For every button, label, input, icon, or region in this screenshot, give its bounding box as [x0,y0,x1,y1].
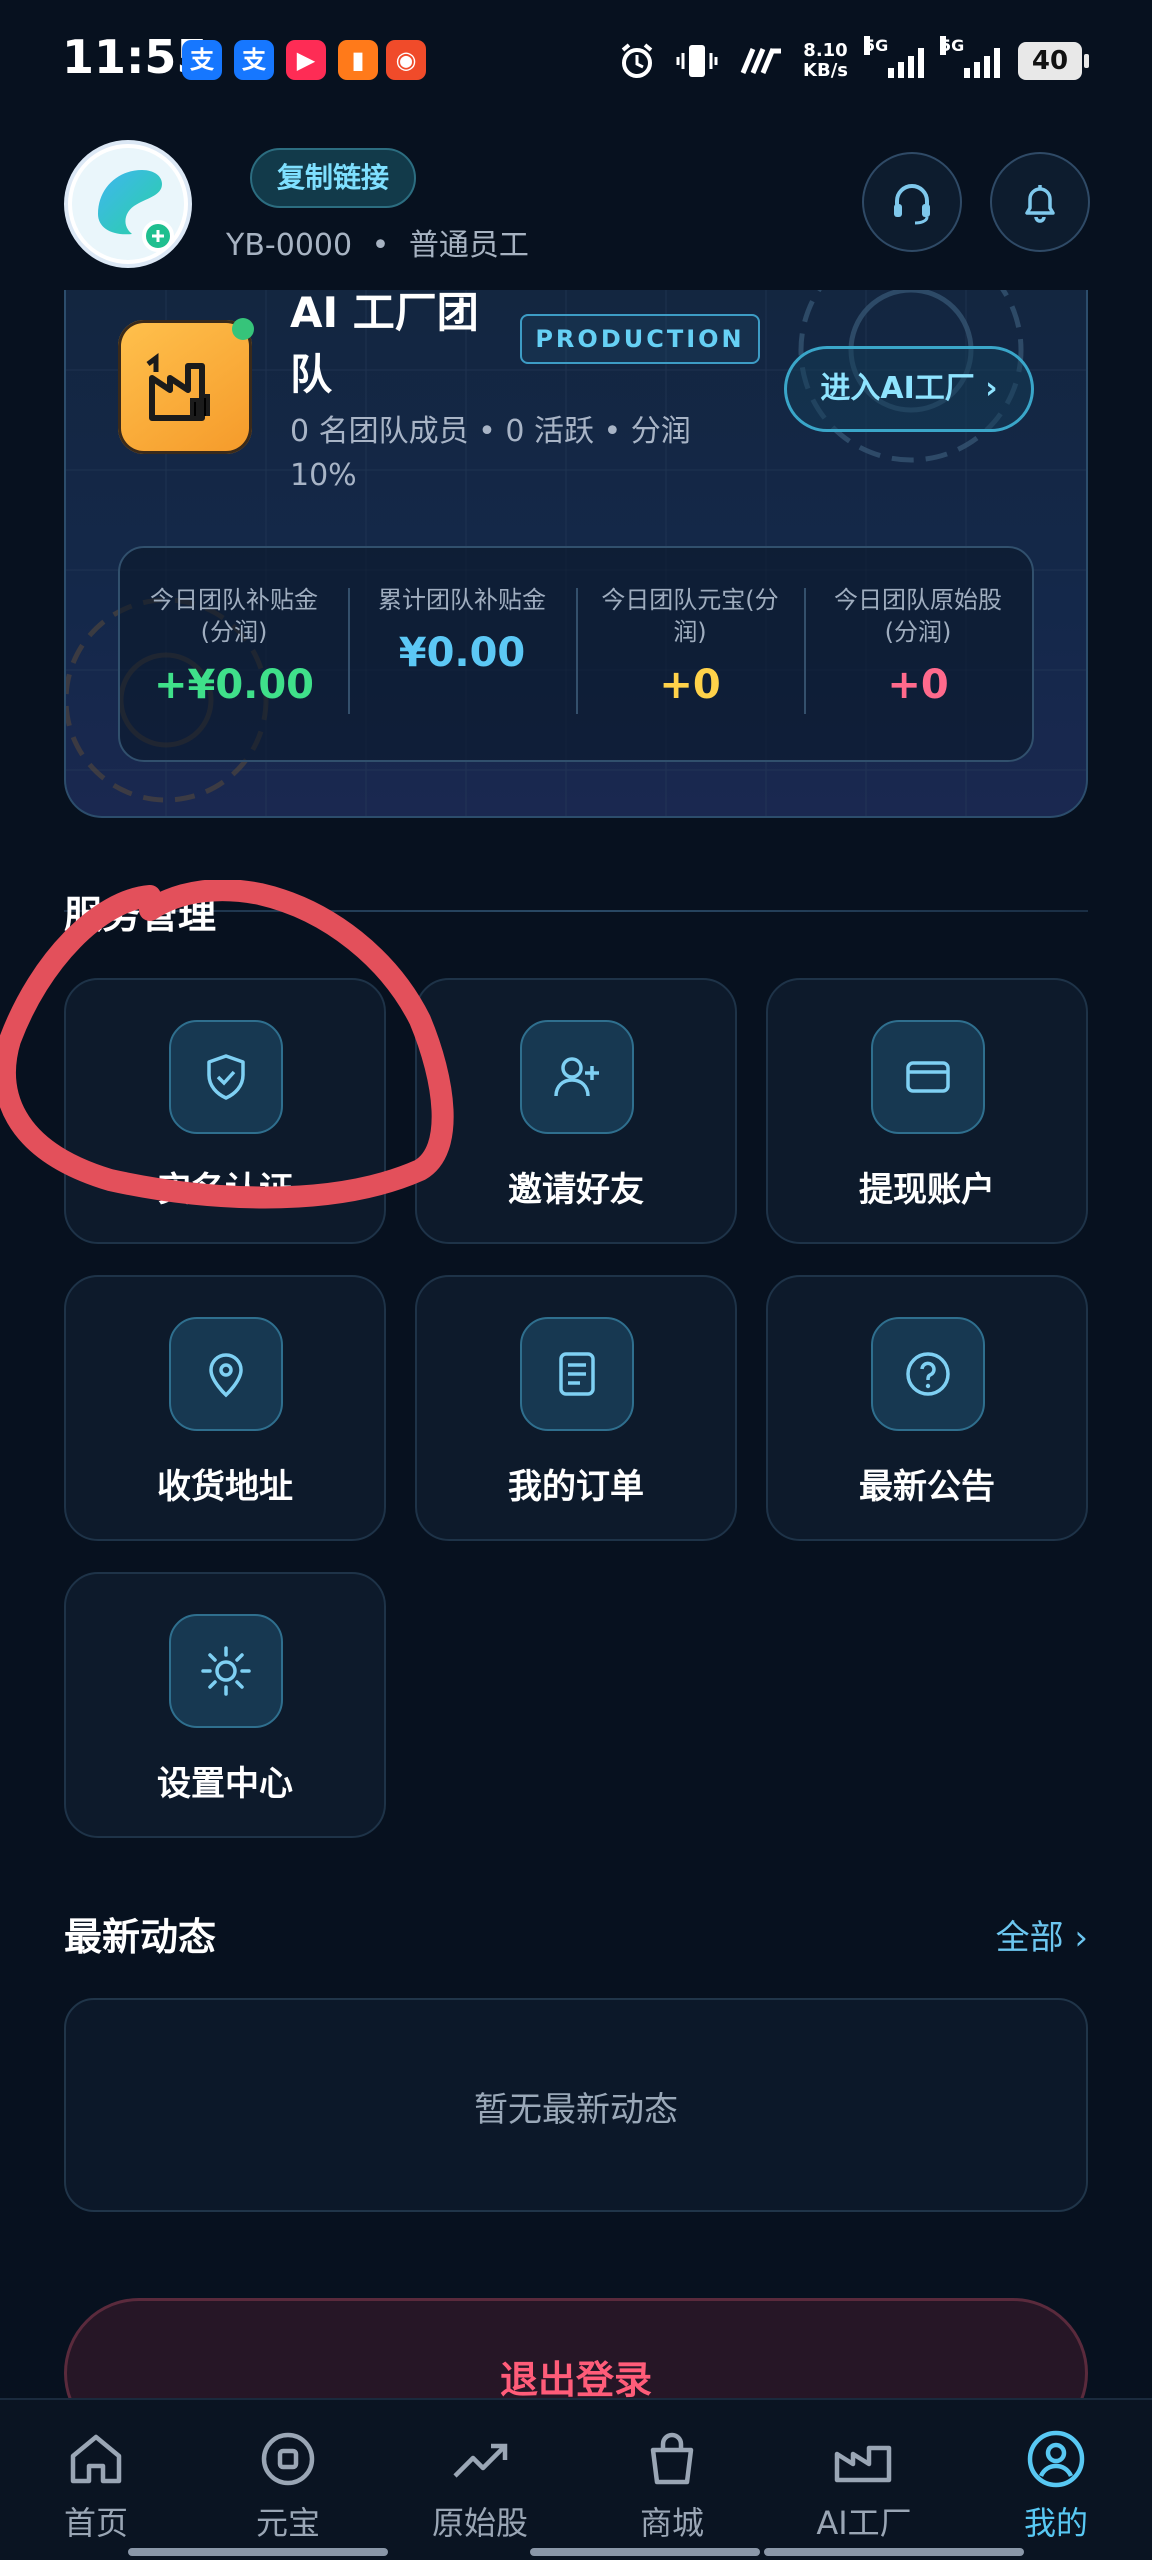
services-title: 服务管理 [64,893,217,937]
status-bar: 11:55 支 支 ▶ ▮ ◉ 8.10 KB/s 5G 5G 40 [0,0,1152,120]
nav-item-yuanbao[interactable]: 元宝 [192,2400,384,2560]
nav-label: AI工厂 [816,2504,912,2542]
stat-total-subsidy: 累计团队补贴金 ¥0.00 [348,548,576,760]
service-settings[interactable]: 设置中心 [64,1572,386,1838]
news-list: 暂无最新动态 [64,1998,1088,2212]
avatar[interactable] [64,140,192,268]
gesture-bar [530,2548,760,2556]
net-speed: 8.10 KB/s [803,40,848,81]
meta-separator: • [371,228,390,263]
stat-value: +¥0.00 [153,662,315,708]
stat-today-shares: 今日团队原始股(分润) +0 [804,548,1032,760]
nav-label: 首页 [63,2504,128,2542]
nav-label: 我的 [1023,2504,1088,2542]
service-label: 实名认证 [157,1170,293,1210]
credit-card-icon [871,1020,985,1134]
signal-icon: 5G [940,36,1000,78]
nav-item-mine[interactable]: 我的 [960,2400,1152,2560]
document-icon [520,1317,634,1431]
store-app-icon: ◉ [386,40,426,80]
service-announcements[interactable]: 最新公告 [766,1275,1088,1541]
service-label: 我的订单 [508,1467,644,1507]
stat-label: 今日团队元宝(分润) [601,586,779,646]
status-icons: 8.10 KB/s 5G 5G 40 [617,36,1089,86]
nav-item-mall[interactable]: 商城 [576,2400,768,2560]
stat-value: +0 [887,662,949,708]
team-subtitle: 0 名团队成员 • 0 活跃 • 分润 10% [290,414,691,493]
video-app-icon: ▶ [286,40,326,80]
stat-value: +0 [659,662,721,708]
avatar-logo-icon [72,148,184,260]
copy-link-button[interactable]: 复制链接 [250,148,416,208]
nfc-icon [740,48,782,74]
news-view-all-link[interactable]: 全部 › [996,1910,1088,1959]
battery-icon: 40 [1018,42,1089,80]
nav-item-ai-factory[interactable]: AI工厂 [768,2400,960,2560]
map-pin-icon [169,1317,283,1431]
stat-label: 今日团队原始股(分润) [834,586,1002,646]
service-my-orders[interactable]: 我的订单 [415,1275,737,1541]
stat-label: 累计团队补贴金 [378,586,546,614]
user-id: YB-0000 [226,228,353,263]
factory-icon [768,2426,960,2492]
user-role: 普通员工 [408,228,529,263]
stat-label: 今日团队补贴金(分润) [150,586,318,646]
service-invite-friends[interactable]: 邀请好友 [415,978,737,1244]
service-withdraw-account[interactable]: 提现账户 [766,978,1088,1244]
support-button[interactable] [862,152,962,252]
user-plus-icon [520,1020,634,1134]
production-badge: PRODUCTION [520,314,760,364]
sun-gear-icon [169,1614,283,1728]
news-title: 最新动态 [64,1915,217,1959]
signal-icon: 5G [864,36,924,78]
shopping-bag-icon [576,2426,768,2492]
team-logo [118,320,252,454]
news-empty-text: 暂无最新动态 [474,2090,678,2130]
bottom-nav: 首页 元宝 原始股 商城 AI工厂 我的 [0,2398,1152,2560]
user-meta: YB-0000 • 普通员工 [226,220,529,264]
home-icon [0,2426,192,2492]
nav-label: 原始股 [431,2504,528,2542]
alarm-icon [621,43,653,78]
coin-icon [192,2426,384,2492]
alipay-app-icon: 支 [234,40,274,80]
stat-today-yuanbao: 今日团队元宝(分润) +0 [576,548,804,760]
nav-label: 元宝 [255,2504,320,2542]
nav-item-home[interactable]: 首页 [0,2400,192,2560]
service-shipping-address[interactable]: 收货地址 [64,1275,386,1541]
stat-value: ¥0.00 [398,630,526,676]
service-real-name-verification[interactable]: 实名认证 [64,978,386,1244]
service-label: 提现账户 [859,1170,995,1210]
trend-up-icon [384,2426,576,2492]
team-title: AI 工厂团队 [290,288,479,399]
shield-check-icon [169,1020,283,1134]
online-status-dot [232,318,254,340]
bell-icon [1025,185,1055,223]
service-label: 邀请好友 [508,1170,644,1210]
factory-icon [146,353,210,421]
help-circle-icon [871,1317,985,1431]
nav-item-shares[interactable]: 原始股 [384,2400,576,2560]
vibrate-icon [676,45,718,77]
notification-button[interactable] [990,152,1090,252]
headset-icon [894,184,930,225]
shop-app-icon: ▮ [338,40,378,80]
stat-today-subsidy: 今日团队补贴金(分润) +¥0.00 [120,548,348,760]
enter-ai-factory-button[interactable]: 进入AI工厂 › [784,346,1034,432]
service-label: 收货地址 [157,1467,293,1507]
gesture-bar [128,2548,388,2556]
section-divider [64,910,1088,912]
service-label: 最新公告 [859,1467,995,1507]
service-label: 设置中心 [157,1764,293,1804]
team-stats: 今日团队补贴金(分润) +¥0.00 累计团队补贴金 ¥0.00 今日团队元宝(… [118,546,1034,762]
gesture-bar [764,2548,1024,2556]
alipay-app-icon: 支 [182,40,222,80]
nav-label: 商城 [639,2504,704,2542]
user-circle-icon [960,2426,1152,2492]
